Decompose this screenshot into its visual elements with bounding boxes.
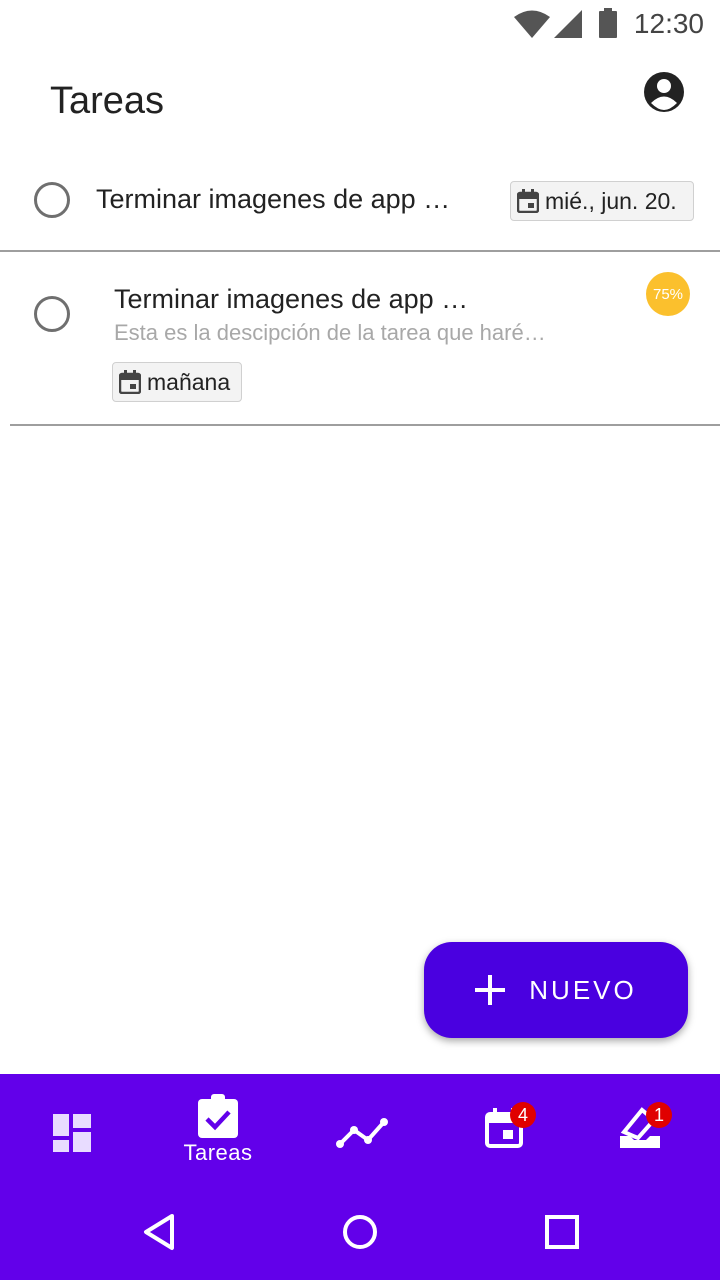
notification-badge: 4 xyxy=(510,1102,536,1128)
task-checkbox[interactable] xyxy=(34,296,70,332)
progress-badge: 75% xyxy=(646,272,690,316)
account-circle-icon xyxy=(644,72,684,112)
task-clipboard-icon xyxy=(198,1094,238,1138)
recents-icon xyxy=(545,1215,579,1249)
page-title: Tareas xyxy=(50,80,165,122)
system-back-button[interactable] xyxy=(136,1208,184,1256)
home-icon xyxy=(343,1215,377,1249)
task-description: Esta es la descipción de la tarea que ha… xyxy=(114,320,546,345)
wifi-icon xyxy=(514,10,550,38)
notification-badge: 1 xyxy=(646,1102,672,1128)
back-icon xyxy=(144,1214,174,1250)
account-button[interactable] xyxy=(642,70,686,114)
calendar-icon xyxy=(517,189,539,213)
system-recents-button[interactable] xyxy=(538,1208,586,1256)
battery-icon xyxy=(599,8,617,38)
calendar-icon xyxy=(119,370,141,394)
date-chip-label: mañana xyxy=(147,368,231,395)
dashboard-icon xyxy=(53,1114,91,1152)
nav-dashboard[interactable] xyxy=(12,1094,132,1174)
status-time: 12:30 xyxy=(633,8,704,39)
new-task-label: NUEVO xyxy=(529,974,637,1005)
task-title: Terminar imagenes de app … xyxy=(96,184,451,214)
new-task-button[interactable]: NUEVO xyxy=(424,942,688,1038)
date-chip[interactable]: mié., jun. 20. xyxy=(510,181,694,221)
status-bar: 12:30 xyxy=(0,0,720,48)
task-title: Terminar imagenes de app … xyxy=(114,284,469,314)
nav-tareas[interactable]: Tareas xyxy=(158,1094,278,1174)
date-chip-label: mié., jun. 20. xyxy=(545,187,677,214)
stats-line-icon xyxy=(336,1118,388,1148)
signal-icon xyxy=(554,10,582,38)
task-row[interactable]: Terminar imagenes de app … mié., jun. 20… xyxy=(0,150,720,252)
nav-inbox[interactable]: 1 xyxy=(580,1094,700,1174)
nav-calendar[interactable]: 4 xyxy=(444,1094,564,1174)
system-home-button[interactable] xyxy=(336,1208,384,1256)
task-checkbox[interactable] xyxy=(34,182,70,218)
nav-label: Tareas xyxy=(183,1140,253,1165)
plus-icon xyxy=(475,975,506,1005)
task-row[interactable]: Terminar imagenes de app … Esta es la de… xyxy=(10,252,720,426)
date-chip[interactable]: mañana xyxy=(112,362,242,402)
nav-stats[interactable] xyxy=(302,1094,422,1174)
